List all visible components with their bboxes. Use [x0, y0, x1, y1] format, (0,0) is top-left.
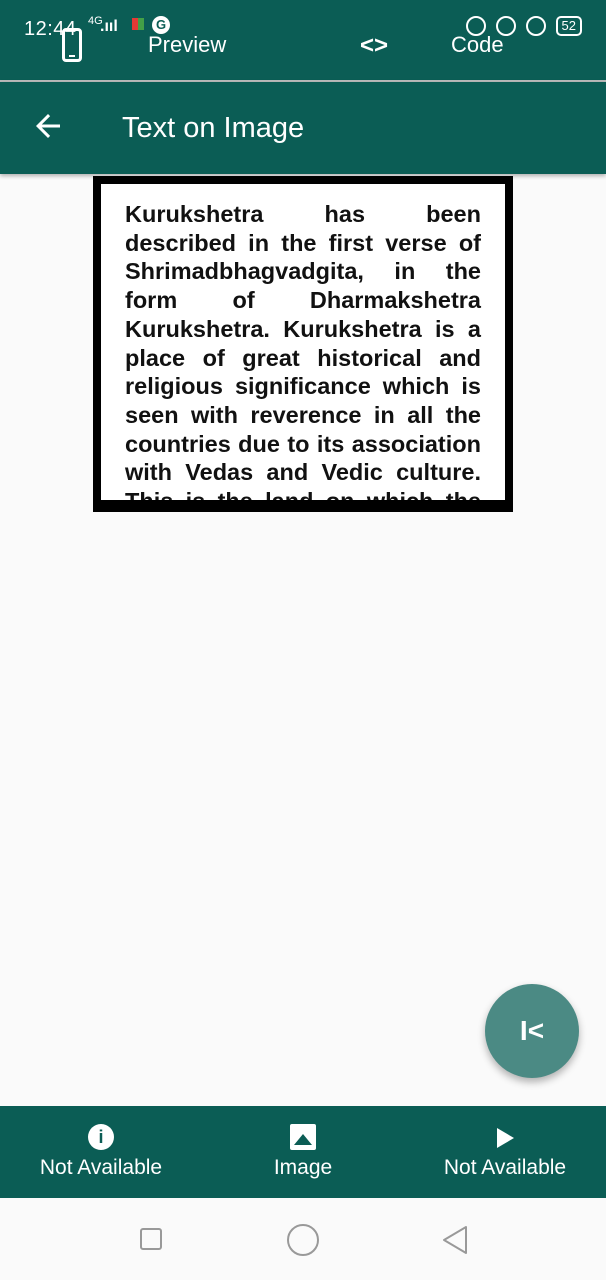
collapse-fab-button[interactable]: I<	[485, 984, 579, 1078]
page-title: Text on Image	[122, 112, 305, 144]
nav-item-info[interactable]: i Not Available	[0, 1106, 202, 1198]
bottom-nav: i Not Available Image Not Available	[0, 1106, 606, 1198]
image-text: Kurukshetra has been described in the fi…	[125, 201, 481, 500]
nav-item-play[interactable]: Not Available	[404, 1106, 606, 1198]
text-image-canvas: Kurukshetra has been described in the fi…	[101, 184, 505, 500]
nav-item-image[interactable]: Image	[202, 1106, 404, 1198]
alarm-icon	[525, 16, 546, 36]
tab-preview[interactable]: Preview	[148, 32, 226, 58]
text-image-card: Kurukshetra has been described in the fi…	[93, 176, 513, 512]
puzzle-icon	[132, 18, 144, 30]
nav-item-label: Not Available	[39, 1156, 163, 1179]
home-icon[interactable]	[287, 1224, 319, 1256]
image-icon	[290, 1124, 316, 1150]
status-bar: 12:44 4G .ııl G 52	[0, 0, 606, 40]
battery-icon: 52	[555, 16, 582, 36]
signal-icon: .ııl	[100, 18, 118, 35]
nav-item-label: Not Available	[443, 1156, 567, 1179]
app-bar: Text on Image	[0, 82, 606, 174]
recents-icon[interactable]	[140, 1228, 162, 1250]
tab-code[interactable]: Code	[451, 32, 504, 58]
info-icon: i	[88, 1124, 114, 1150]
back-arrow-icon[interactable]	[30, 108, 66, 144]
code-toggle-icon[interactable]: <>	[360, 32, 388, 60]
system-back-icon[interactable]	[440, 1224, 470, 1256]
system-navigation-bar	[0, 1198, 606, 1280]
nav-item-label: Image	[273, 1156, 333, 1179]
top-tab-bar: 12:44 4G .ııl G 52 Preview <> Code	[0, 0, 606, 80]
phone-preview-icon[interactable]	[62, 28, 82, 62]
play-icon	[496, 1128, 514, 1148]
